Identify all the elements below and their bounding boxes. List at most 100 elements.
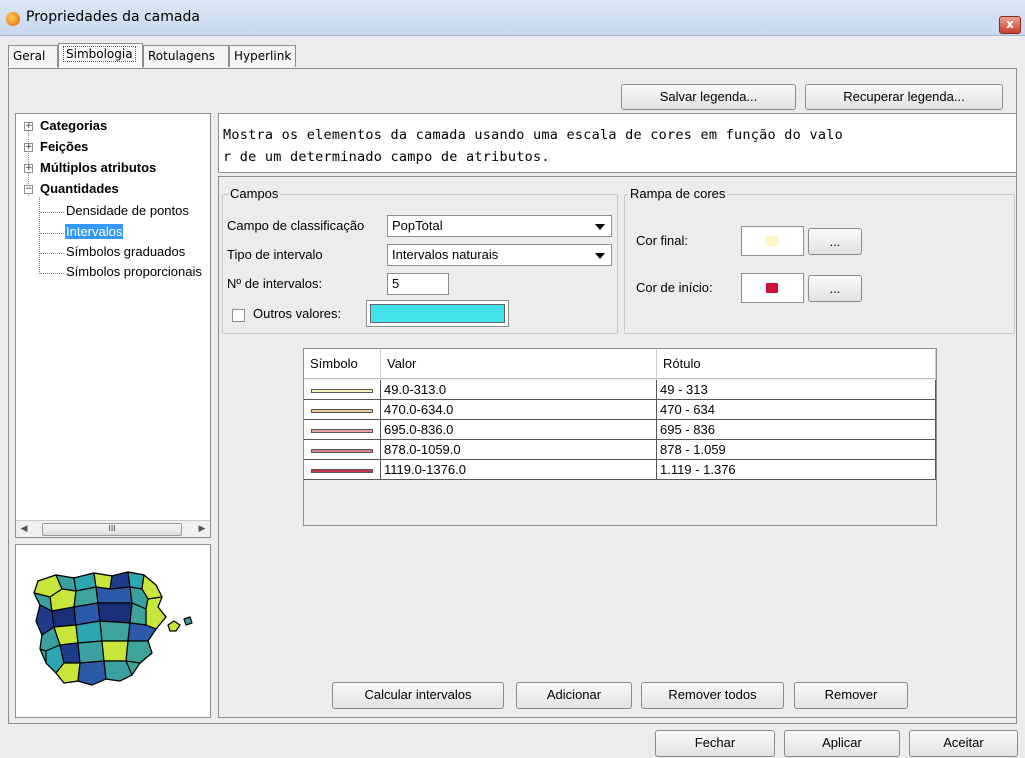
column-header-value[interactable]: Valor — [381, 349, 657, 379]
remove-button[interactable]: Remover — [794, 682, 908, 709]
tree-item-densidade-de-pontos[interactable]: Densidade de pontos — [66, 203, 189, 218]
tab-geral[interactable]: Geral — [8, 45, 58, 67]
label-cell: 49 - 313 — [657, 380, 936, 400]
interval-type-label: Tipo de intervalo — [227, 247, 323, 262]
selected-value: PopTotal — [392, 218, 443, 233]
tree-connector — [39, 197, 40, 274]
symbology-type-tree: + Categorias + Feições + Múltiplos atrib… — [15, 113, 211, 538]
end-color-picker-button[interactable]: ... — [808, 228, 862, 255]
line-symbol-swatch — [311, 449, 373, 453]
end-color-swatch-box — [741, 226, 804, 256]
num-intervals-input[interactable]: 5 — [387, 273, 449, 295]
expand-icon[interactable]: + — [24, 164, 33, 173]
start-color-swatch — [766, 283, 778, 293]
line-symbol-swatch — [311, 389, 373, 393]
chevron-down-icon — [595, 224, 605, 230]
column-header-symbol[interactable]: Símbolo — [304, 349, 381, 379]
value-cell: 878.0-1059.0 — [381, 440, 657, 460]
tab-label: Hyperlink — [234, 49, 292, 63]
remove-all-button[interactable]: Remover todos — [641, 682, 784, 709]
symbology-description: Mostra os elementos da camada usando uma… — [218, 113, 1017, 173]
description-line: r de um determinado campo de atributos. — [223, 149, 550, 165]
tree-item-label-selected: Intervalos — [65, 224, 124, 239]
other-values-checkbox[interactable] — [232, 309, 245, 322]
expand-icon[interactable]: + — [24, 122, 33, 131]
column-header-label[interactable]: Rótulo — [657, 349, 936, 379]
symbol-cell — [304, 460, 381, 480]
symbol-cell — [304, 380, 381, 400]
symbol-cell — [304, 400, 381, 420]
start-color-swatch-box — [741, 273, 804, 303]
num-intervals-label: Nº de intervalos: — [227, 276, 323, 291]
selected-value: Intervalos naturais — [392, 247, 499, 262]
close-button[interactable]: Fechar — [655, 730, 775, 757]
scroll-left-icon[interactable]: ◀ — [18, 523, 30, 536]
calculate-intervals-button[interactable]: Calcular intervalos — [332, 682, 504, 709]
end-color-label: Cor final: — [636, 233, 689, 248]
expand-icon[interactable]: + — [24, 143, 33, 152]
table-row[interactable]: 695.0-836.0 695 - 836 — [304, 420, 936, 440]
label-cell: 1.119 - 1.376 — [657, 460, 936, 480]
spain-map-icon — [33, 571, 193, 686]
tab-label: Simbologia — [63, 46, 136, 62]
tab-simbologia[interactable]: Simbologia — [58, 43, 143, 68]
tree-item-quantidades[interactable]: Quantidades — [40, 181, 119, 196]
tree-connector — [40, 212, 64, 213]
other-values-label: Outros valores: — [253, 306, 342, 321]
line-symbol-swatch — [311, 469, 373, 473]
value-cell: 470.0-634.0 — [381, 400, 657, 420]
window-title: Propriedades da camada — [26, 9, 200, 25]
app-logo-icon — [6, 12, 20, 26]
tree-item-simbolos-proporcionais[interactable]: Símbolos proporcionais — [66, 264, 202, 279]
save-legend-button[interactable]: Salvar legenda... — [621, 84, 796, 110]
tab-rotulagens[interactable]: Rotulagens — [143, 45, 229, 67]
label-cell: 470 - 634 — [657, 400, 936, 420]
table-row[interactable]: 470.0-634.0 470 - 634 — [304, 400, 936, 420]
color-ramp-group — [624, 194, 1015, 334]
map-preview — [15, 544, 211, 718]
accept-button[interactable]: Aceitar — [909, 730, 1018, 757]
table-row[interactable]: 1119.0-1376.0 1.119 - 1.376 — [304, 460, 936, 480]
title-bar: Propriedades da camada x — [0, 0, 1025, 36]
other-values-color-button[interactable] — [366, 300, 509, 327]
load-legend-button[interactable]: Recuperar legenda... — [805, 84, 1003, 110]
end-color-swatch — [766, 236, 778, 246]
tree-connector — [40, 233, 64, 234]
classification-field-select[interactable]: PopTotal — [387, 215, 612, 237]
close-window-button[interactable]: x — [999, 16, 1021, 34]
tab-hyperlink[interactable]: Hyperlink — [229, 45, 296, 67]
tree-horizontal-scrollbar[interactable]: ◀ III ▶ — [16, 520, 210, 537]
tree-item-multiplos-atributos[interactable]: Múltiplos atributos — [40, 160, 156, 175]
intervals-table: Símbolo Valor Rótulo 49.0-313.0 49 - 313… — [303, 348, 937, 526]
tree-item-intervalos[interactable]: Intervalos — [65, 224, 124, 239]
label-cell: 878 - 1.059 — [657, 440, 936, 460]
other-values-color-swatch — [370, 304, 505, 323]
value-cell: 1119.0-1376.0 — [381, 460, 657, 480]
apply-button[interactable]: Aplicar — [784, 730, 900, 757]
line-symbol-swatch — [311, 429, 373, 433]
tree-connector — [40, 253, 64, 254]
add-button[interactable]: Adicionar — [516, 682, 632, 709]
tree-item-feicoes[interactable]: Feições — [40, 139, 88, 154]
table-row[interactable]: 49.0-313.0 49 - 313 — [304, 380, 936, 400]
tree-item-simbolos-graduados[interactable]: Símbolos graduados — [66, 244, 185, 259]
scroll-right-icon[interactable]: ▶ — [196, 523, 208, 536]
tab-label: Rotulagens — [148, 49, 215, 63]
layer-properties-window: Propriedades da camada x Geral Simbologi… — [0, 0, 1025, 758]
value-cell: 49.0-313.0 — [381, 380, 657, 400]
start-color-picker-button[interactable]: ... — [808, 275, 862, 302]
color-ramp-group-title: Rampa de cores — [628, 186, 728, 201]
scroll-thumb[interactable]: III — [42, 523, 182, 536]
interval-type-select[interactable]: Intervalos naturais — [387, 244, 612, 266]
table-row[interactable]: 878.0-1059.0 878 - 1.059 — [304, 440, 936, 460]
line-symbol-swatch — [311, 409, 373, 413]
tab-label: Geral — [13, 49, 46, 63]
tree-connector — [40, 273, 64, 274]
classification-field-label: Campo de classificação — [227, 218, 365, 233]
label-cell: 695 - 836 — [657, 420, 936, 440]
chevron-down-icon — [595, 253, 605, 259]
start-color-label: Cor de início: — [636, 280, 713, 295]
tree-item-categorias[interactable]: Categorias — [40, 118, 107, 133]
collapse-icon[interactable]: − — [24, 185, 33, 194]
value-cell: 695.0-836.0 — [381, 420, 657, 440]
